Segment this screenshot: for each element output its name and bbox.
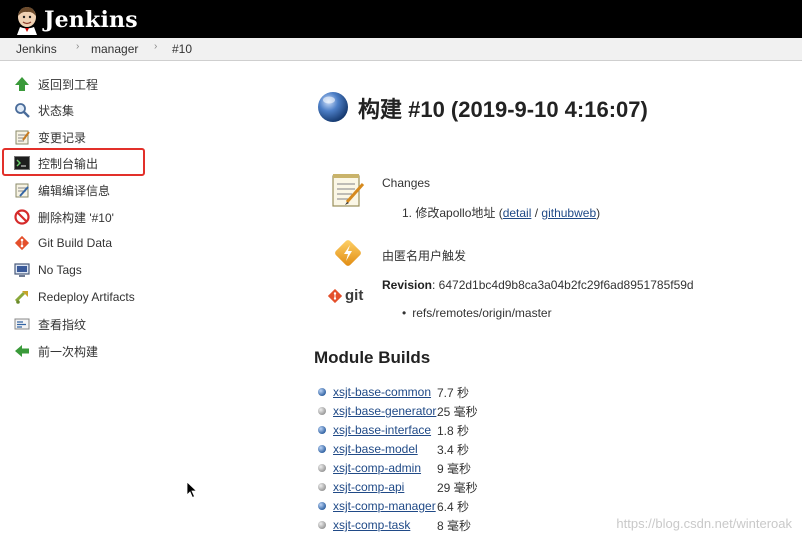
no-entry-icon: [12, 208, 32, 226]
sidebar-item-label: Redeploy Artifacts: [38, 290, 135, 304]
module-build-row: xsjt-comp-api 29 毫秒: [318, 479, 478, 495]
breadcrumb-separator-icon: ›: [154, 41, 158, 52]
status-ball-icon: [318, 521, 326, 529]
sidebar-item-changes[interactable]: 变更记录: [12, 127, 86, 147]
module-link[interactable]: xsjt-base-common: [333, 385, 435, 399]
breadcrumb-manager[interactable]: manager: [91, 42, 138, 56]
breadcrumb: Jenkins › manager › #10: [0, 38, 802, 61]
breadcrumb-jenkins[interactable]: Jenkins: [16, 42, 57, 56]
sidebar-item-git-build-data[interactable]: Git Build Data: [12, 233, 112, 253]
sidebar-item-label: 变更记录: [38, 130, 87, 145]
revision-value: : 6472d1bc4d9b8ca3a04b2fc29f6ad8951785f5…: [432, 278, 694, 292]
sidebar-item-previous-build[interactable]: 前一次构建: [12, 341, 98, 361]
sidebar-item-redeploy-artifacts[interactable]: Redeploy Artifacts: [12, 287, 135, 307]
console-output-highlight: [2, 148, 145, 176]
sidebar-item-delete-build[interactable]: 删除构建 '#10': [12, 207, 114, 227]
status-ball-icon: [318, 502, 326, 510]
module-link[interactable]: xsjt-base-model: [333, 442, 435, 456]
revision-line: Revision: 6472d1bc4d9b8ca3a04b2fc29f6ad8…: [382, 278, 694, 292]
sidebar-item-edit-build-info[interactable]: 编辑编译信息: [12, 180, 110, 200]
redeploy-icon: [12, 288, 32, 306]
status-ball-icon: [318, 464, 326, 472]
trigger-text: 由匿名用户触发: [382, 249, 467, 263]
breadcrumb-build[interactable]: #10: [172, 42, 192, 56]
changes-label: Changes: [382, 176, 431, 190]
build-status-ball-icon: [317, 91, 349, 128]
sidebar-item-label: 状态集: [38, 103, 75, 118]
changes-notepad-icon: [330, 172, 366, 215]
monitor-icon: [12, 261, 32, 279]
module-link[interactable]: xsjt-comp-task: [333, 518, 435, 532]
sidebar-item-status[interactable]: 状态集: [12, 100, 74, 120]
sidebar-item-label: 编辑编译信息: [38, 183, 111, 198]
module-duration: 6.4 秒: [437, 499, 470, 514]
app-title: Jenkins: [44, 7, 138, 33]
module-build-row: xsjt-base-interface 1.8 秒: [318, 422, 469, 438]
module-build-row: xsjt-comp-task 8 毫秒: [318, 517, 471, 533]
module-link[interactable]: xsjt-base-generator: [333, 404, 436, 418]
left-arrow-icon: [12, 342, 32, 360]
module-duration: 8 毫秒: [437, 518, 472, 533]
up-arrow-icon: [12, 75, 32, 93]
sidebar-item-label: 返回到工程: [38, 77, 99, 92]
git-logo-icon: git: [328, 287, 363, 304]
fingerprint-icon: [12, 315, 32, 333]
sidebar-item-no-tags[interactable]: No Tags: [12, 260, 82, 280]
git-logo-label: git: [345, 287, 364, 304]
page-title: 构建 #10 (2019-9-10 4:16:07): [358, 97, 648, 122]
branch-line: • refs/remotes/origin/master: [402, 306, 552, 320]
trigger-diamond-icon: [331, 236, 365, 275]
detail-link[interactable]: detail: [503, 206, 532, 220]
module-duration: 25 毫秒: [437, 404, 478, 419]
git-icon: [12, 234, 32, 252]
module-link[interactable]: xsjt-comp-api: [333, 480, 435, 494]
sidebar-item-label: Git Build Data: [38, 236, 113, 250]
top-header: Jenkins: [0, 0, 802, 38]
jenkins-butler-icon: [17, 7, 37, 35]
jenkins-logo-link[interactable]: Jenkins: [14, 3, 138, 37]
watermark: https://blog.csdn.net/winteroak: [616, 516, 792, 531]
module-duration: 1.8 秒: [437, 423, 470, 438]
mouse-cursor-icon: [186, 481, 198, 504]
status-ball-icon: [318, 388, 326, 396]
module-link[interactable]: xsjt-comp-manager: [333, 499, 436, 513]
sidebar-item-label: 查看指纹: [38, 317, 87, 332]
change-link-separator: /: [531, 206, 542, 220]
status-ball-icon: [318, 407, 326, 415]
change-description: 1. 修改apollo地址 (: [402, 206, 503, 220]
change-close-paren: ): [596, 206, 601, 220]
notepad-icon: [12, 128, 32, 146]
revision-label: Revision: [382, 278, 433, 292]
search-icon: [12, 101, 32, 119]
sidebar-item-fingerprints[interactable]: 查看指纹: [12, 314, 86, 334]
module-link[interactable]: xsjt-comp-admin: [333, 461, 435, 475]
status-ball-icon: [318, 445, 326, 453]
sidebar-item-label: 删除构建 '#10': [38, 210, 114, 225]
branch-name: refs/remotes/origin/master: [412, 306, 552, 320]
module-build-row: xsjt-comp-manager 6.4 秒: [318, 498, 469, 514]
sidebar-item-back-to-project[interactable]: 返回到工程: [12, 74, 98, 94]
change-entry: 1. 修改apollo地址 (detail / githubweb): [402, 204, 600, 221]
module-duration: 7.7 秒: [437, 385, 470, 400]
module-link[interactable]: xsjt-base-interface: [333, 423, 435, 437]
module-build-row: xsjt-base-common 7.7 秒: [318, 384, 469, 400]
module-build-row: xsjt-comp-admin 9 毫秒: [318, 460, 471, 476]
bullet-icon: •: [402, 306, 407, 320]
module-builds-heading: Module Builds: [314, 348, 431, 367]
module-build-row: xsjt-base-model 3.4 秒: [318, 441, 469, 457]
module-build-row: xsjt-base-generator 25 毫秒: [318, 403, 478, 419]
status-ball-icon: [318, 483, 326, 491]
status-ball-icon: [318, 426, 326, 434]
edit-icon: [12, 181, 32, 199]
githubweb-link[interactable]: githubweb: [541, 206, 596, 220]
module-duration: 3.4 秒: [437, 442, 470, 457]
module-duration: 29 毫秒: [437, 480, 478, 495]
module-duration: 9 毫秒: [437, 461, 472, 476]
sidebar-item-label: No Tags: [38, 263, 82, 277]
breadcrumb-separator-icon: ›: [76, 41, 80, 52]
sidebar-item-label: 前一次构建: [38, 344, 99, 359]
